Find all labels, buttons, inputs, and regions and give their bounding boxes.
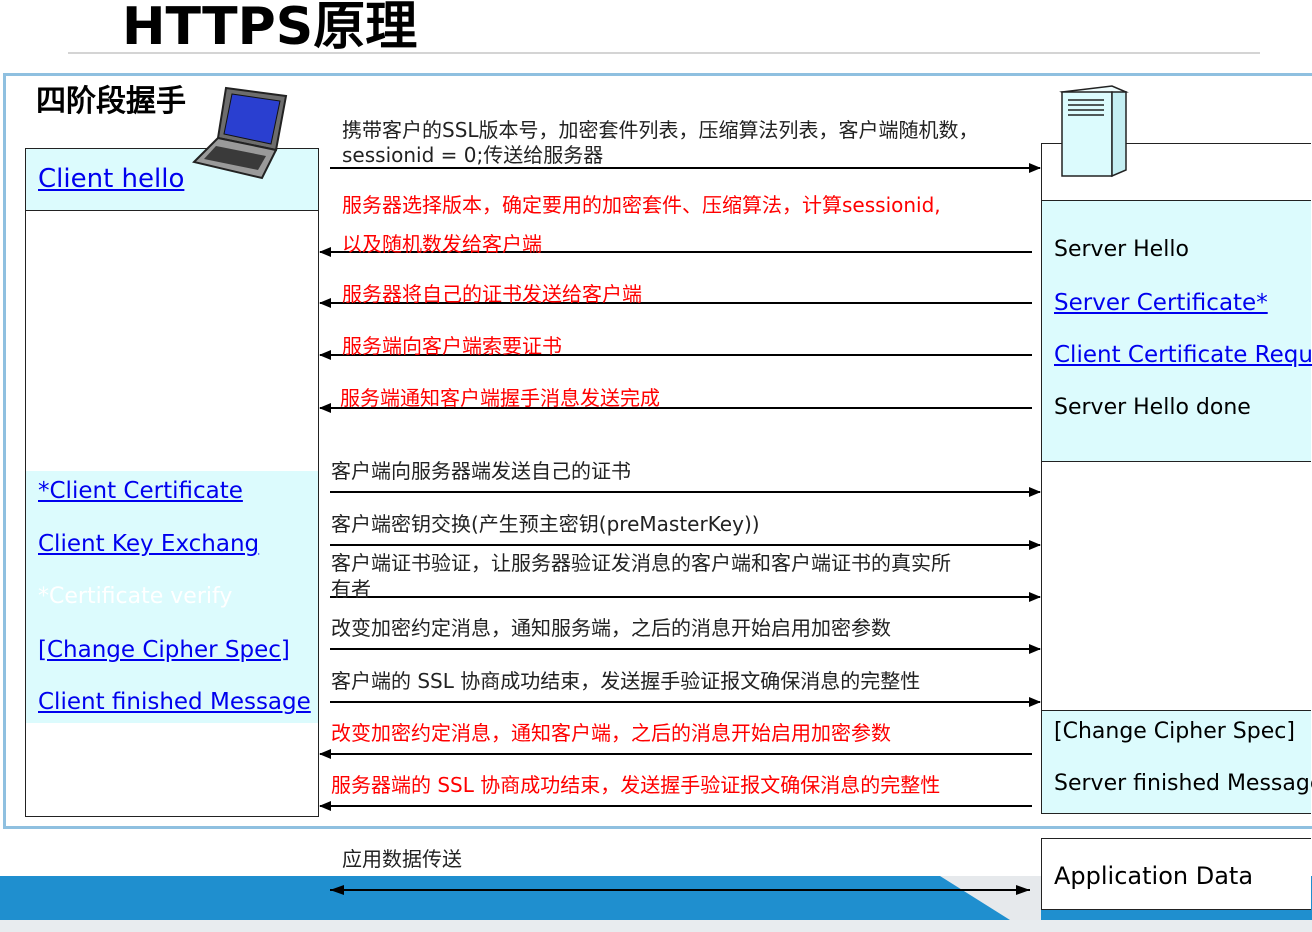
- footer-wedge: [940, 876, 1041, 920]
- server-icon: [1059, 85, 1129, 178]
- msg-server-change-cipher: 改变加密约定消息，通知客户端，之后的消息开始启用加密参数: [331, 721, 891, 745]
- msg-client-hello-line1: 携带客户的SSL版本号，加密套件列表，压缩算法列表，客户端随机数，: [342, 118, 979, 142]
- msg-client-finished: 客户端的 SSL 协商成功结束，发送握手验证报文确保消息的完整性: [331, 669, 921, 693]
- msg-certificate-verify-line1: 客户端证书验证，让服务器验证发消息的客户端和客户端证书的真实所: [331, 551, 951, 575]
- msg-server-hello-line1: 服务器选择版本，确定要用的加密套件、压缩算法，计算sessionid,: [342, 193, 941, 217]
- msg-application-data: 应用数据传送: [342, 847, 462, 871]
- laptop-icon: [192, 86, 288, 180]
- msg-certificate-verify-line2: 有者: [331, 577, 371, 601]
- msg-hello-done: 服务端通知客户端握手消息发送完成: [340, 386, 660, 410]
- msg-server-finished: 服务器端的 SSL 协商成功结束，发送握手验证报文确保消息的完整性: [331, 773, 941, 797]
- msg-client-certificate: 客户端向服务器端发送自己的证书: [331, 459, 631, 483]
- msg-key-exchange: 客户端密钥交换(产生预主密钥(preMasterKey)): [331, 512, 760, 536]
- msg-server-hello-line2: 以及随机数发给客户端: [342, 232, 542, 256]
- msg-certificate-request: 服务端向客户端索要证书: [342, 334, 562, 358]
- msg-client-change-cipher: 改变加密约定消息，通知服务端，之后的消息开始启用加密参数: [331, 616, 891, 640]
- msg-client-hello-line2: sessionid = 0;传送给服务器: [342, 143, 604, 167]
- msg-server-certificate: 服务器将自己的证书发送给客户端: [342, 282, 642, 306]
